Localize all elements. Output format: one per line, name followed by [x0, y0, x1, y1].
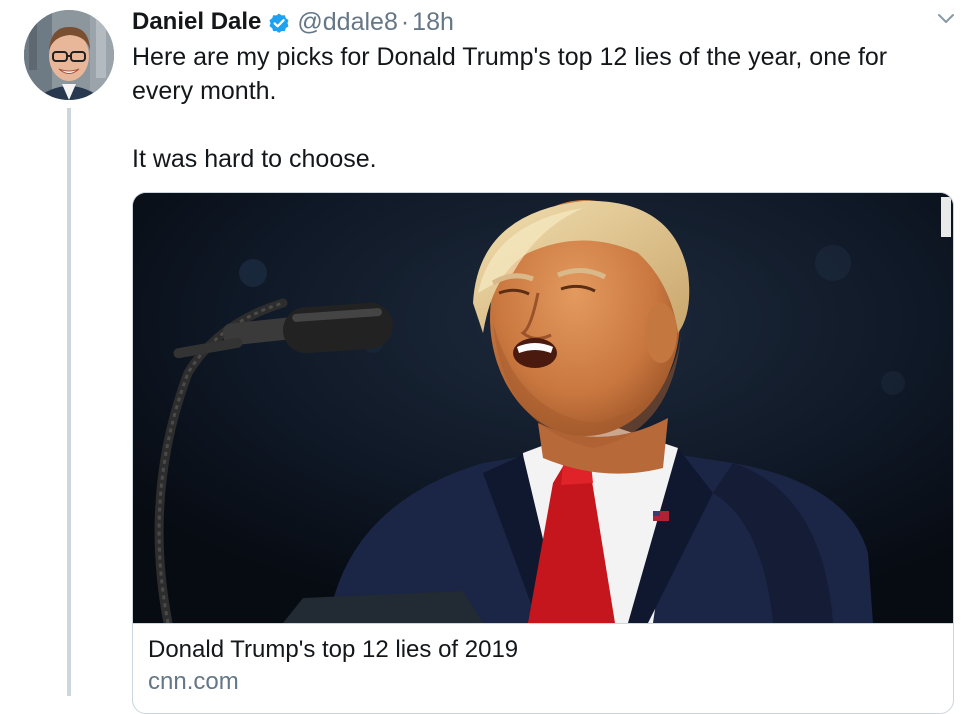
card-title[interactable]: Donald Trump's top 12 lies of 2019	[148, 634, 518, 666]
card-domain: cnn.com	[148, 668, 239, 695]
display-name[interactable]: Daniel Dale	[132, 5, 261, 39]
thread-connector-line	[67, 108, 71, 696]
tweet-header: Daniel Dale @ddale8 · 18h	[132, 5, 454, 39]
tweet-timestamp[interactable]: 18h	[412, 5, 454, 39]
tweet[interactable]: Daniel Dale @ddale8 · 18h Here are my pi…	[0, 0, 980, 714]
chevron-down-icon[interactable]	[936, 12, 956, 26]
user-handle[interactable]: @ddale8	[297, 5, 397, 39]
avatar[interactable]	[24, 10, 114, 100]
photo-credit-tag	[941, 197, 951, 237]
tweet-text-paragraph-2: It was hard to choose.	[132, 145, 377, 173]
link-preview-card[interactable]: Donald Trump's top 12 lies of 2019 cnn.c…	[132, 192, 954, 714]
verified-badge-icon	[267, 10, 291, 34]
card-meta[interactable]: Donald Trump's top 12 lies of 2019 cnn.c…	[133, 623, 953, 713]
tweet-text-paragraph-1: Here are my picks for Donald Trump's top…	[132, 43, 888, 105]
header-separator: ·	[400, 8, 410, 36]
tweet-text: Here are my picks for Donald Trump's top…	[132, 40, 932, 176]
card-image[interactable]	[133, 193, 953, 628]
